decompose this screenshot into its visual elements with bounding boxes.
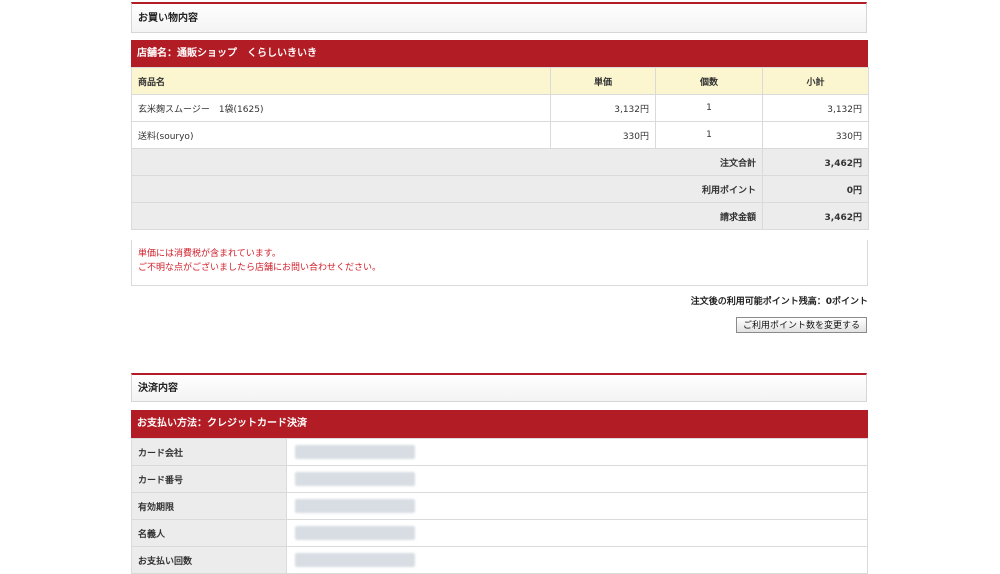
summary-label: 請求金額 — [131, 202, 763, 230]
card-number-label: カード番号 — [131, 465, 287, 493]
item-subtotal: 3,132円 — [762, 94, 869, 122]
points-balance-text: 注文後の利用可能ポイント残高：0ポイント — [690, 297, 868, 307]
item-subtotal: 330円 — [762, 121, 869, 149]
expiry-value — [286, 492, 868, 520]
installments-label: お支払い回数 — [131, 546, 287, 574]
order-section-title: お買い物内容 — [138, 13, 198, 24]
table-row: カード会社 — [131, 438, 868, 466]
table-row: カード番号 — [131, 465, 868, 493]
col-header-subtotal: 小計 — [762, 67, 869, 95]
redacted-value — [295, 499, 415, 513]
item-qty: 1 — [655, 94, 763, 122]
card-number-value — [286, 465, 868, 493]
item-unit-price: 3,132円 — [550, 94, 656, 122]
item-unit-price: 330円 — [550, 121, 656, 149]
card-holder-value — [286, 519, 868, 547]
note-tax-included: 単価には消費税が含まれています。 — [138, 249, 281, 259]
redacted-value — [295, 472, 415, 486]
summary-value: 3,462円 — [762, 202, 869, 230]
expiry-label: 有効期限 — [131, 492, 287, 520]
payment-details-table: カード会社 カード番号 有効期限 名義人 お支払い回数 — [131, 438, 868, 574]
redacted-value — [295, 526, 415, 540]
change-points-button[interactable]: ご利用ポイント数を変更する — [736, 317, 867, 333]
table-row: お支払い回数 — [131, 546, 868, 574]
order-section-header: お買い物内容 — [131, 2, 867, 33]
card-company-value — [286, 438, 868, 466]
installments-value — [286, 546, 868, 574]
shop-name-bar: 店舗名：通販ショップ くらしいきいき — [131, 40, 868, 68]
order-notes: 単価には消費税が含まれています。 ご不明な点がございましたら店舗にお問い合わせく… — [131, 240, 868, 286]
col-header-unit-price: 単価 — [550, 67, 656, 95]
table-header-row: 商品名 単価 個数 小計 — [131, 67, 869, 95]
item-qty: 1 — [655, 121, 763, 149]
card-company-label: カード会社 — [131, 438, 287, 466]
summary-value: 0円 — [762, 175, 869, 203]
payment-section-title: 決済内容 — [138, 383, 178, 394]
summary-label: 注文合計 — [131, 148, 763, 176]
col-header-name: 商品名 — [131, 67, 551, 95]
table-row: 送料(souryo) 330円 1 330円 — [131, 121, 869, 149]
table-row: 玄米麹スムージー 1袋(1625) 3,132円 1 3,132円 — [131, 94, 869, 122]
order-items-table: 商品名 単価 個数 小計 玄米麹スムージー 1袋(1625) 3,132円 1 … — [131, 67, 869, 230]
summary-row-order-total: 注文合計 3,462円 — [131, 148, 869, 176]
table-row: 名義人 — [131, 519, 868, 547]
redacted-value — [295, 445, 415, 459]
item-name: 玄米麹スムージー 1袋(1625) — [131, 94, 551, 122]
item-name: 送料(souryo) — [131, 121, 551, 149]
summary-value: 3,462円 — [762, 148, 869, 176]
payment-method-label: お支払い方法：クレジットカード決済 — [137, 418, 307, 429]
payment-method-bar: お支払い方法：クレジットカード決済 — [131, 410, 868, 438]
summary-row-points-used: 利用ポイント 0円 — [131, 175, 869, 203]
table-row: 有効期限 — [131, 492, 868, 520]
shop-name-label: 店舗名：通販ショップ くらしいきいき — [137, 48, 317, 59]
summary-row-billing-amount: 請求金額 3,462円 — [131, 202, 869, 230]
card-holder-label: 名義人 — [131, 519, 287, 547]
redacted-value — [295, 553, 415, 567]
note-contact-shop: ご不明な点がございましたら店舗にお問い合わせください。 — [138, 263, 382, 273]
col-header-qty: 個数 — [655, 67, 763, 95]
payment-section-header: 決済内容 — [131, 373, 867, 402]
summary-label: 利用ポイント — [131, 175, 763, 203]
